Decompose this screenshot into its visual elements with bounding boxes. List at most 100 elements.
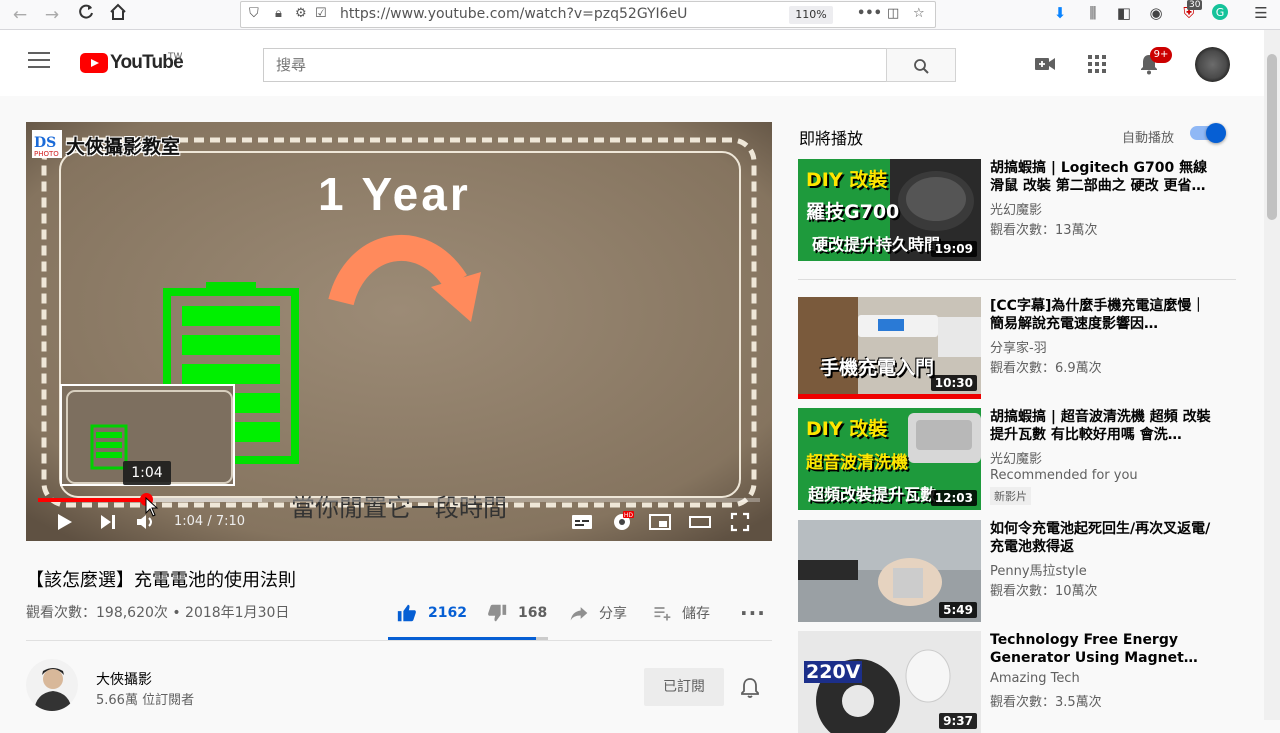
forward-arrow-icon[interactable]: → [40, 3, 64, 27]
thumbnail-caption: 超音波清洗機 [806, 453, 908, 473]
recommended-video-channel[interactable]: 光幻魔影 [990, 448, 1042, 467]
page-scrollbar[interactable] [1264, 30, 1280, 720]
apps-grid-icon[interactable] [1085, 52, 1109, 76]
youtube-play-icon [80, 53, 108, 73]
dislike-button[interactable]: 168 [486, 600, 547, 626]
search-box[interactable] [263, 48, 887, 82]
subscribed-button[interactable]: 已訂閱 [644, 668, 724, 706]
recommended-video[interactable]: 220V 9:37 Technology Free Energy Generat… [798, 631, 1238, 733]
home-icon[interactable] [106, 3, 130, 27]
video-view-info: 觀看次數：198,620次 • 2018年1月30日 [26, 605, 290, 621]
url-text[interactable]: https://www.youtube.com/watch?v=pzq52GYI… [340, 6, 687, 22]
thumbnail-caption: 220V [804, 661, 863, 683]
playlist-add-icon [654, 607, 671, 621]
svg-text:G: G [1216, 6, 1225, 19]
progress-played [38, 498, 146, 502]
back-arrow-icon[interactable]: ← [8, 3, 32, 27]
bookmark-star-icon[interactable]: ☆ [913, 6, 925, 21]
sidebar-icon[interactable]: ◧ [1113, 4, 1135, 22]
player-controls: 1:04 / 7:10 HD [26, 504, 772, 541]
share-label: 分享 [599, 606, 627, 622]
settings-gear-icon[interactable]: HD [610, 510, 634, 534]
thumbnail-caption: DIY 改裝 [806, 418, 888, 440]
page-actions-icon[interactable]: ••• [857, 6, 882, 21]
browser-menu-icon[interactable]: ☰ [1250, 4, 1272, 22]
recommended-video-views: 觀看次數：10萬次 [990, 584, 1098, 599]
recommended-video-title[interactable]: 如何令充電池起死回生/再次叉返電/ 充電池救得返 [990, 520, 1214, 556]
subtitles-icon[interactable] [570, 510, 594, 534]
download-icon[interactable]: ⬇ [1049, 4, 1071, 22]
fullscreen-icon[interactable] [728, 510, 752, 534]
recommended-video[interactable]: DIY 改裝 羅技G700 硬改提升持久時間 19:09 胡搞蝦搞 | Logi… [798, 159, 1238, 261]
thumbs-up-icon [397, 604, 416, 622]
channel-avatar[interactable] [26, 659, 78, 711]
seek-preview-time: 1:04 [123, 461, 171, 485]
video-player[interactable]: DS PHOTO 大俠攝影教室 1 Year 1:04 當你閒置它一段時間 1:… [26, 122, 772, 541]
shield-icon[interactable]: ⛉ [249, 6, 259, 21]
thumbnail-caption: 超頻改裝提升瓦數 [808, 485, 937, 504]
recommended-video-title[interactable]: 胡搞蝦搞 | 超音波清洗機 超頻 改裝 提升瓦數 有比較好用嗎 會洗… [990, 408, 1214, 444]
autoplay-block-icon[interactable]: ☑ [315, 6, 327, 21]
create-video-icon[interactable] [1033, 52, 1057, 76]
recommended-video-views: 觀看次數：6.9萬次 [990, 361, 1102, 376]
hamburger-menu-icon[interactable] [28, 52, 50, 70]
theater-mode-icon[interactable] [688, 510, 712, 534]
video-duration: 10:30 [930, 375, 977, 391]
channel-name[interactable]: 大俠攝影 [96, 669, 152, 689]
recommended-video[interactable]: DIY 改裝 超音波清洗機 超頻改裝提升瓦數 12:03 胡搞蝦搞 | 超音波清… [798, 408, 1238, 510]
account-icon[interactable]: ◉ [1145, 4, 1167, 22]
recommended-video-views: 觀看次數：3.5萬次 [990, 695, 1102, 710]
more-actions-icon[interactable]: ··· [740, 600, 766, 626]
miniplayer-icon[interactable] [648, 510, 672, 534]
share-button[interactable]: 分享 [569, 600, 627, 626]
channel-watermark: 大俠攝影教室 [66, 136, 181, 158]
ds-photo-logo: DS PHOTO [32, 130, 62, 158]
like-button[interactable]: 2162 [396, 600, 467, 626]
reload-icon[interactable] [74, 3, 98, 27]
address-bar[interactable]: ⛉ 🔒︎ ⚙ ☑ https://www.youtube.com/watch?v… [240, 1, 936, 28]
save-label: 儲存 [682, 606, 710, 622]
autoplay-label: 自動播放 [1122, 131, 1175, 146]
recommended-video-channel[interactable]: 分享家-羽 [990, 337, 1047, 356]
play-icon[interactable] [52, 510, 76, 534]
recommended-video-channel[interactable]: Amazing Tech [990, 671, 1080, 686]
dislike-count: 168 [518, 605, 548, 621]
new-video-badge: 新影片 [990, 487, 1031, 505]
recommended-video-title[interactable]: [CC字幕]為什麼手機充電這麼慢｜簡易解說充電速度影響因… [990, 297, 1214, 333]
video-thumbnail[interactable]: DIY 改裝 超音波清洗機 超頻改裝提升瓦數 12:03 [798, 408, 981, 510]
lock-icon[interactable]: 🔒︎ [275, 6, 282, 21]
recommended-video-title[interactable]: Technology Free Energy Generator Using M… [990, 631, 1214, 667]
notification-bell-icon[interactable] [738, 676, 762, 700]
library-icon[interactable]: ⫼ [1082, 4, 1104, 22]
pocket-icon[interactable]: ◫ [887, 6, 899, 21]
search-button[interactable] [886, 48, 956, 82]
search-input[interactable] [276, 56, 866, 74]
autoplay-toggle-knob[interactable] [1206, 123, 1226, 143]
video-duration: 19:09 [930, 241, 977, 257]
search-icon [914, 59, 929, 74]
permissions-icon[interactable]: ⚙ [295, 6, 307, 21]
thumbnail-caption: 手機充電入門 [820, 357, 935, 379]
video-thumbnail[interactable]: DIY 改裝 羅技G700 硬改提升持久時間 19:09 [798, 159, 981, 261]
save-button[interactable]: 儲存 [652, 600, 710, 626]
recommended-video-views: 觀看次數：13萬次 [990, 223, 1098, 238]
recommended-video-channel[interactable]: 光幻魔影 [990, 199, 1042, 218]
region-code: TW [168, 52, 183, 62]
video-duration: 9:37 [939, 713, 977, 729]
recommended-video-channel[interactable]: Penny馬拉style [990, 560, 1087, 579]
video-thumbnail[interactable]: 5:49 [798, 520, 981, 622]
sidebar-divider [798, 279, 1236, 280]
recommendation-reason: Recommended for you [990, 468, 1138, 483]
recommended-video-title[interactable]: 胡搞蝦搞 | Logitech G700 無線滑鼠 改裝 第二部曲之 硬改 更省… [990, 159, 1214, 195]
autoplay-toggle[interactable] [1190, 123, 1226, 143]
youtube-masthead: YouTube TW 9+ [0, 30, 1264, 96]
user-avatar[interactable] [1195, 47, 1230, 82]
video-thumbnail[interactable]: 220V 9:37 [798, 631, 981, 733]
zoom-level[interactable]: 110% [789, 6, 833, 24]
video-thumbnail[interactable]: 手機充電入門 10:30 [798, 297, 981, 399]
recommended-video[interactable]: 手機充電入門 10:30 [CC字幕]為什麼手機充電這麼慢｜簡易解說充電速度影響… [798, 297, 1238, 399]
grammarly-icon[interactable]: G [1209, 4, 1231, 24]
recommended-video[interactable]: 5:49 如何令充電池起死回生/再次叉返電/ 充電池救得返 Penny馬拉sty… [798, 520, 1238, 622]
scrollbar-thumb[interactable] [1267, 54, 1277, 220]
next-video-icon[interactable] [96, 510, 120, 534]
